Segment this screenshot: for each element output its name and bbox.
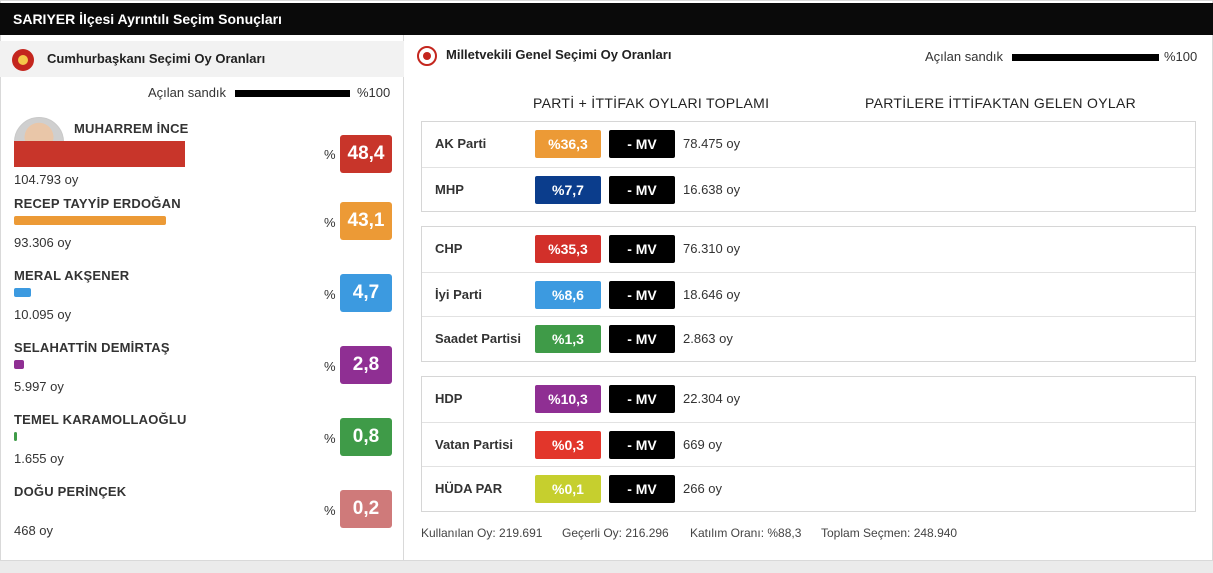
party-percent-badge: %35,3	[535, 235, 601, 263]
total-voters: Toplam Seçmen: 248.940	[821, 526, 958, 540]
vote-share-bar	[14, 216, 167, 225]
parliament-panel: Milletvekili Genel Seçimi Oy Oranları Aç…	[405, 35, 1213, 561]
candidate-percent-badge: 2,8	[340, 346, 392, 384]
party-percent-badge: %7,7	[535, 175, 601, 204]
mv-badge: - MV	[609, 325, 675, 353]
candidate-votes: 93.306 oy	[14, 235, 72, 250]
parliament-opened-ballots: Açılan sandık %100	[405, 49, 1213, 67]
opened-ballots-label: Açılan sandık	[925, 49, 1004, 64]
used-votes: Kullanılan Oy: 219.691	[421, 526, 543, 540]
party-name: HÜDA PAR	[435, 481, 503, 496]
party-votes: 266 oy	[683, 481, 723, 496]
party-row: Vatan Partisi %0,3 - MV 669 oy	[422, 421, 1195, 466]
party-row: Saadet Partisi %1,3 - MV 2.863 oy	[422, 316, 1195, 360]
percent-sign: %	[324, 503, 336, 518]
party-name: İyi Parti	[435, 286, 482, 302]
party-votes: 16.638 oy	[683, 181, 741, 197]
candidate-row: MERAL AKŞENER 10.095 oy% 4,7	[0, 268, 404, 347]
candidate-percent-badge: 0,2	[340, 490, 392, 528]
candidate-percent-badge: 0,8	[340, 418, 392, 456]
candidate-votes: 10.095 oy	[14, 307, 72, 322]
column-header-total: PARTİ + İTTİFAK OYLARI TOPLAMI	[533, 95, 770, 111]
party-percent-badge: %0,3	[535, 430, 601, 459]
president-panel: Cumhurbaşkanı Seçimi Oy Oranları Açılan …	[0, 35, 404, 561]
party-votes: 76.310 oy	[683, 241, 741, 256]
mv-badge: - MV	[609, 475, 675, 503]
candidate-name: MUHARREM İNCE	[74, 121, 189, 136]
candidate-votes: 104.793 oy	[14, 172, 79, 187]
percent-sign: %	[324, 147, 336, 162]
party-name: Saadet Partisi	[435, 331, 521, 346]
party-row: HÜDA PAR %0,1 - MV 266 oy	[422, 466, 1195, 510]
candidate-name: DOĞU PERİNÇEK	[14, 484, 127, 499]
party-votes: 669 oy	[683, 436, 723, 452]
candidate-row: DOĞU PERİNÇEK 468 oy% 0,2	[0, 484, 404, 563]
vote-share-bar	[14, 288, 31, 297]
candidate-row: SELAHATTİN DEMİRTAŞ 5.997 oy% 2,8	[0, 340, 404, 419]
mv-badge: - MV	[609, 235, 675, 263]
mv-badge: - MV	[609, 430, 675, 459]
party-name: HDP	[435, 391, 463, 406]
candidate-percent-badge: 4,7	[340, 274, 392, 312]
alliance-group: AK Parti %36,3 - MV 78.475 oy MHP %7,7 - MV 16.…	[421, 121, 1196, 212]
alliance-group: CHP %35,3 - MV 76.310 oy İyi Parti %8,6 - MV 18…	[421, 226, 1196, 362]
turnout-rate: Katılım Oranı: %88,3	[690, 526, 802, 540]
candidate-name: TEMEL KARAMOLLAOĞLU	[14, 412, 187, 427]
party-percent-badge: %8,6	[535, 280, 601, 309]
mv-badge: - MV	[609, 175, 675, 204]
candidate-name: MERAL AKŞENER	[14, 268, 130, 283]
opened-ballots-pct: %100	[357, 85, 391, 100]
page-title: SARIYER İlçesi Ayrıntılı Seçim Sonuçları	[0, 3, 1213, 35]
vote-share-bar	[14, 360, 24, 369]
party-votes: 2.863 oy	[683, 331, 733, 346]
candidate-row: MUHARREM İNCE 104.793 oy% 48,4	[0, 117, 404, 187]
valid-votes: Geçerli Oy: 216.296	[562, 526, 669, 540]
candidate-votes: 5.997 oy	[14, 379, 64, 394]
party-percent-badge: %36,3	[535, 130, 601, 158]
president-opened-ballots: Açılan sandık %100	[0, 85, 404, 103]
vote-share-bar	[14, 432, 17, 441]
candidate-name: SELAHATTİN DEMİRTAŞ	[14, 340, 170, 355]
opened-ballots-pct: %100	[1164, 49, 1198, 64]
presidential-seal-icon	[12, 49, 34, 71]
mv-badge: - MV	[609, 130, 675, 158]
opened-ballots-label: Açılan sandık	[148, 85, 227, 100]
party-name: MHP	[435, 181, 464, 197]
party-percent-badge: %0,1	[535, 475, 601, 503]
party-name: AK Parti	[435, 136, 487, 151]
president-panel-title: Cumhurbaşkanı Seçimi Oy Oranları	[47, 51, 266, 66]
candidate-votes: 468 oy	[14, 523, 54, 538]
party-votes: 18.646 oy	[683, 286, 741, 302]
party-name: CHP	[435, 241, 463, 256]
party-percent-badge: %10,3	[535, 385, 601, 413]
opened-ballots-bar	[235, 90, 350, 97]
party-name: Vatan Partisi	[435, 436, 514, 452]
candidate-percent-badge: 43,1	[340, 202, 392, 240]
mv-badge: - MV	[609, 385, 675, 413]
president-panel-header: Cumhurbaşkanı Seçimi Oy Oranları	[0, 41, 404, 77]
percent-sign: %	[324, 215, 336, 230]
party-votes: 78.475 oy	[683, 136, 741, 151]
party-row: HDP %10,3 - MV 22.304 oy	[422, 377, 1195, 421]
mv-badge: - MV	[609, 280, 675, 309]
candidate-votes: 1.655 oy	[14, 451, 64, 466]
percent-sign: %	[324, 431, 336, 446]
party-percent-badge: %1,3	[535, 325, 601, 353]
party-row: İyi Parti %8,6 - MV 18.646 oy	[422, 271, 1195, 316]
percent-sign: %	[324, 359, 336, 374]
opened-ballots-bar	[1012, 54, 1159, 61]
candidate-row: RECEP TAYYİP ERDOĞAN 93.306 oy% 43,1	[0, 196, 404, 275]
candidate-row: TEMEL KARAMOLLAOĞLU 1.655 oy% 0,8	[0, 412, 404, 491]
party-row: CHP %35,3 - MV 76.310 oy	[422, 227, 1195, 271]
vote-share-bar	[14, 141, 185, 167]
alliance-group: HDP %10,3 - MV 22.304 oy Vatan Partisi %0,3 - …	[421, 376, 1196, 512]
percent-sign: %	[324, 287, 336, 302]
candidate-percent-badge: 48,4	[340, 135, 392, 173]
candidate-name: RECEP TAYYİP ERDOĞAN	[14, 196, 181, 211]
party-row: AK Parti %36,3 - MV 78.475 oy	[422, 122, 1195, 166]
party-row: MHP %7,7 - MV 16.638 oy	[422, 166, 1195, 211]
party-votes: 22.304 oy	[683, 391, 741, 406]
column-header-alliance: PARTİLERE İTTİFAKTAN GELEN OYLAR	[865, 95, 1136, 111]
